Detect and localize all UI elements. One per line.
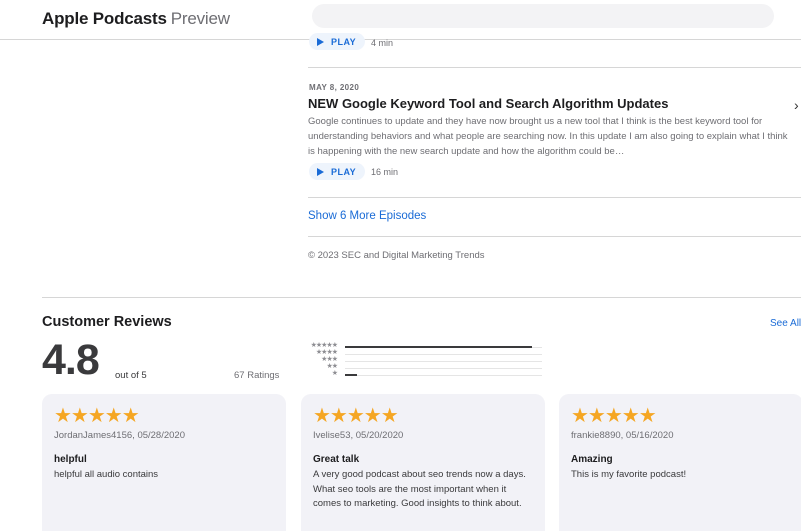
histogram-row: ★ xyxy=(298,370,544,379)
histogram-track xyxy=(345,361,542,362)
review-title: Great talk xyxy=(313,454,360,465)
histogram-track xyxy=(345,346,542,348)
review-body: helpful all audio contains xyxy=(54,469,159,480)
chevron-right-icon[interactable]: › xyxy=(794,97,799,113)
review-title: Amazing xyxy=(571,454,613,465)
histogram-track xyxy=(345,374,542,376)
play-label: PLAY xyxy=(331,36,357,47)
episode-duration: 4 min xyxy=(371,38,394,48)
review-author-date: frankie8890, 05/16/2020 xyxy=(571,430,674,441)
histogram-track xyxy=(345,354,542,355)
star-rating-icon: ★★★★★ xyxy=(313,405,399,427)
review-author-date: Ivelise53, 05/20/2020 xyxy=(313,430,404,441)
play-icon xyxy=(317,167,324,176)
episode-duration: 16 min xyxy=(371,167,399,177)
brand-logo[interactable]: Apple Podcasts Preview xyxy=(42,9,230,29)
show-more-episodes-link[interactable]: Show 6 More Episodes xyxy=(308,210,426,222)
histogram-bar xyxy=(345,374,357,376)
divider xyxy=(308,197,801,198)
divider xyxy=(308,67,801,68)
play-button[interactable]: PLAY xyxy=(309,163,366,180)
review-card[interactable]: ★★★★★ Ivelise53, 05/20/2020 Great talk A… xyxy=(301,394,545,531)
play-label: PLAY xyxy=(331,166,357,177)
histogram-stars-icon: ★ xyxy=(331,370,338,377)
review-author-date: JordanJames4156, 05/28/2020 xyxy=(54,430,185,441)
review-card[interactable]: ★★★★★ JordanJames4156, 05/28/2020 helpfu… xyxy=(42,394,286,531)
rating-histogram: ★★★★★ ★★★★ ★★★ ★★ ★ xyxy=(298,342,544,379)
brand-name: Apple Podcasts xyxy=(42,9,167,28)
average-rating: 4.8 xyxy=(42,336,100,384)
review-title: helpful xyxy=(54,454,87,465)
review-body: A very good podcast about seo trends now… xyxy=(313,469,526,509)
section-divider xyxy=(42,297,801,298)
episode-description: Google continues to update and they have… xyxy=(308,116,788,157)
rating-out-of: out of 5 xyxy=(115,370,147,381)
histogram-track xyxy=(345,368,542,369)
brand-suffix: Preview xyxy=(170,9,230,28)
star-rating-icon: ★★★★★ xyxy=(571,405,657,427)
see-all-link[interactable]: See All xyxy=(770,318,801,329)
section-title: Customer Reviews xyxy=(42,314,172,330)
copyright: © 2023 SEC and Digital Marketing Trends xyxy=(308,250,485,261)
play-icon xyxy=(317,37,324,46)
episode-title[interactable]: NEW Google Keyword Tool and Search Algor… xyxy=(308,96,668,111)
histogram-bar xyxy=(345,346,533,348)
star-rating-icon: ★★★★★ xyxy=(54,405,140,427)
divider xyxy=(308,236,801,237)
episode-date: MAY 8, 2020 xyxy=(309,83,360,92)
play-button[interactable]: PLAY xyxy=(309,33,366,50)
review-body: This is my favorite podcast! xyxy=(571,469,687,480)
previous-episode-card xyxy=(312,4,774,28)
review-card[interactable]: ★★★★★ frankie8890, 05/16/2020 Amazing Th… xyxy=(559,394,801,531)
ratings-count: 67 Ratings xyxy=(234,370,280,381)
